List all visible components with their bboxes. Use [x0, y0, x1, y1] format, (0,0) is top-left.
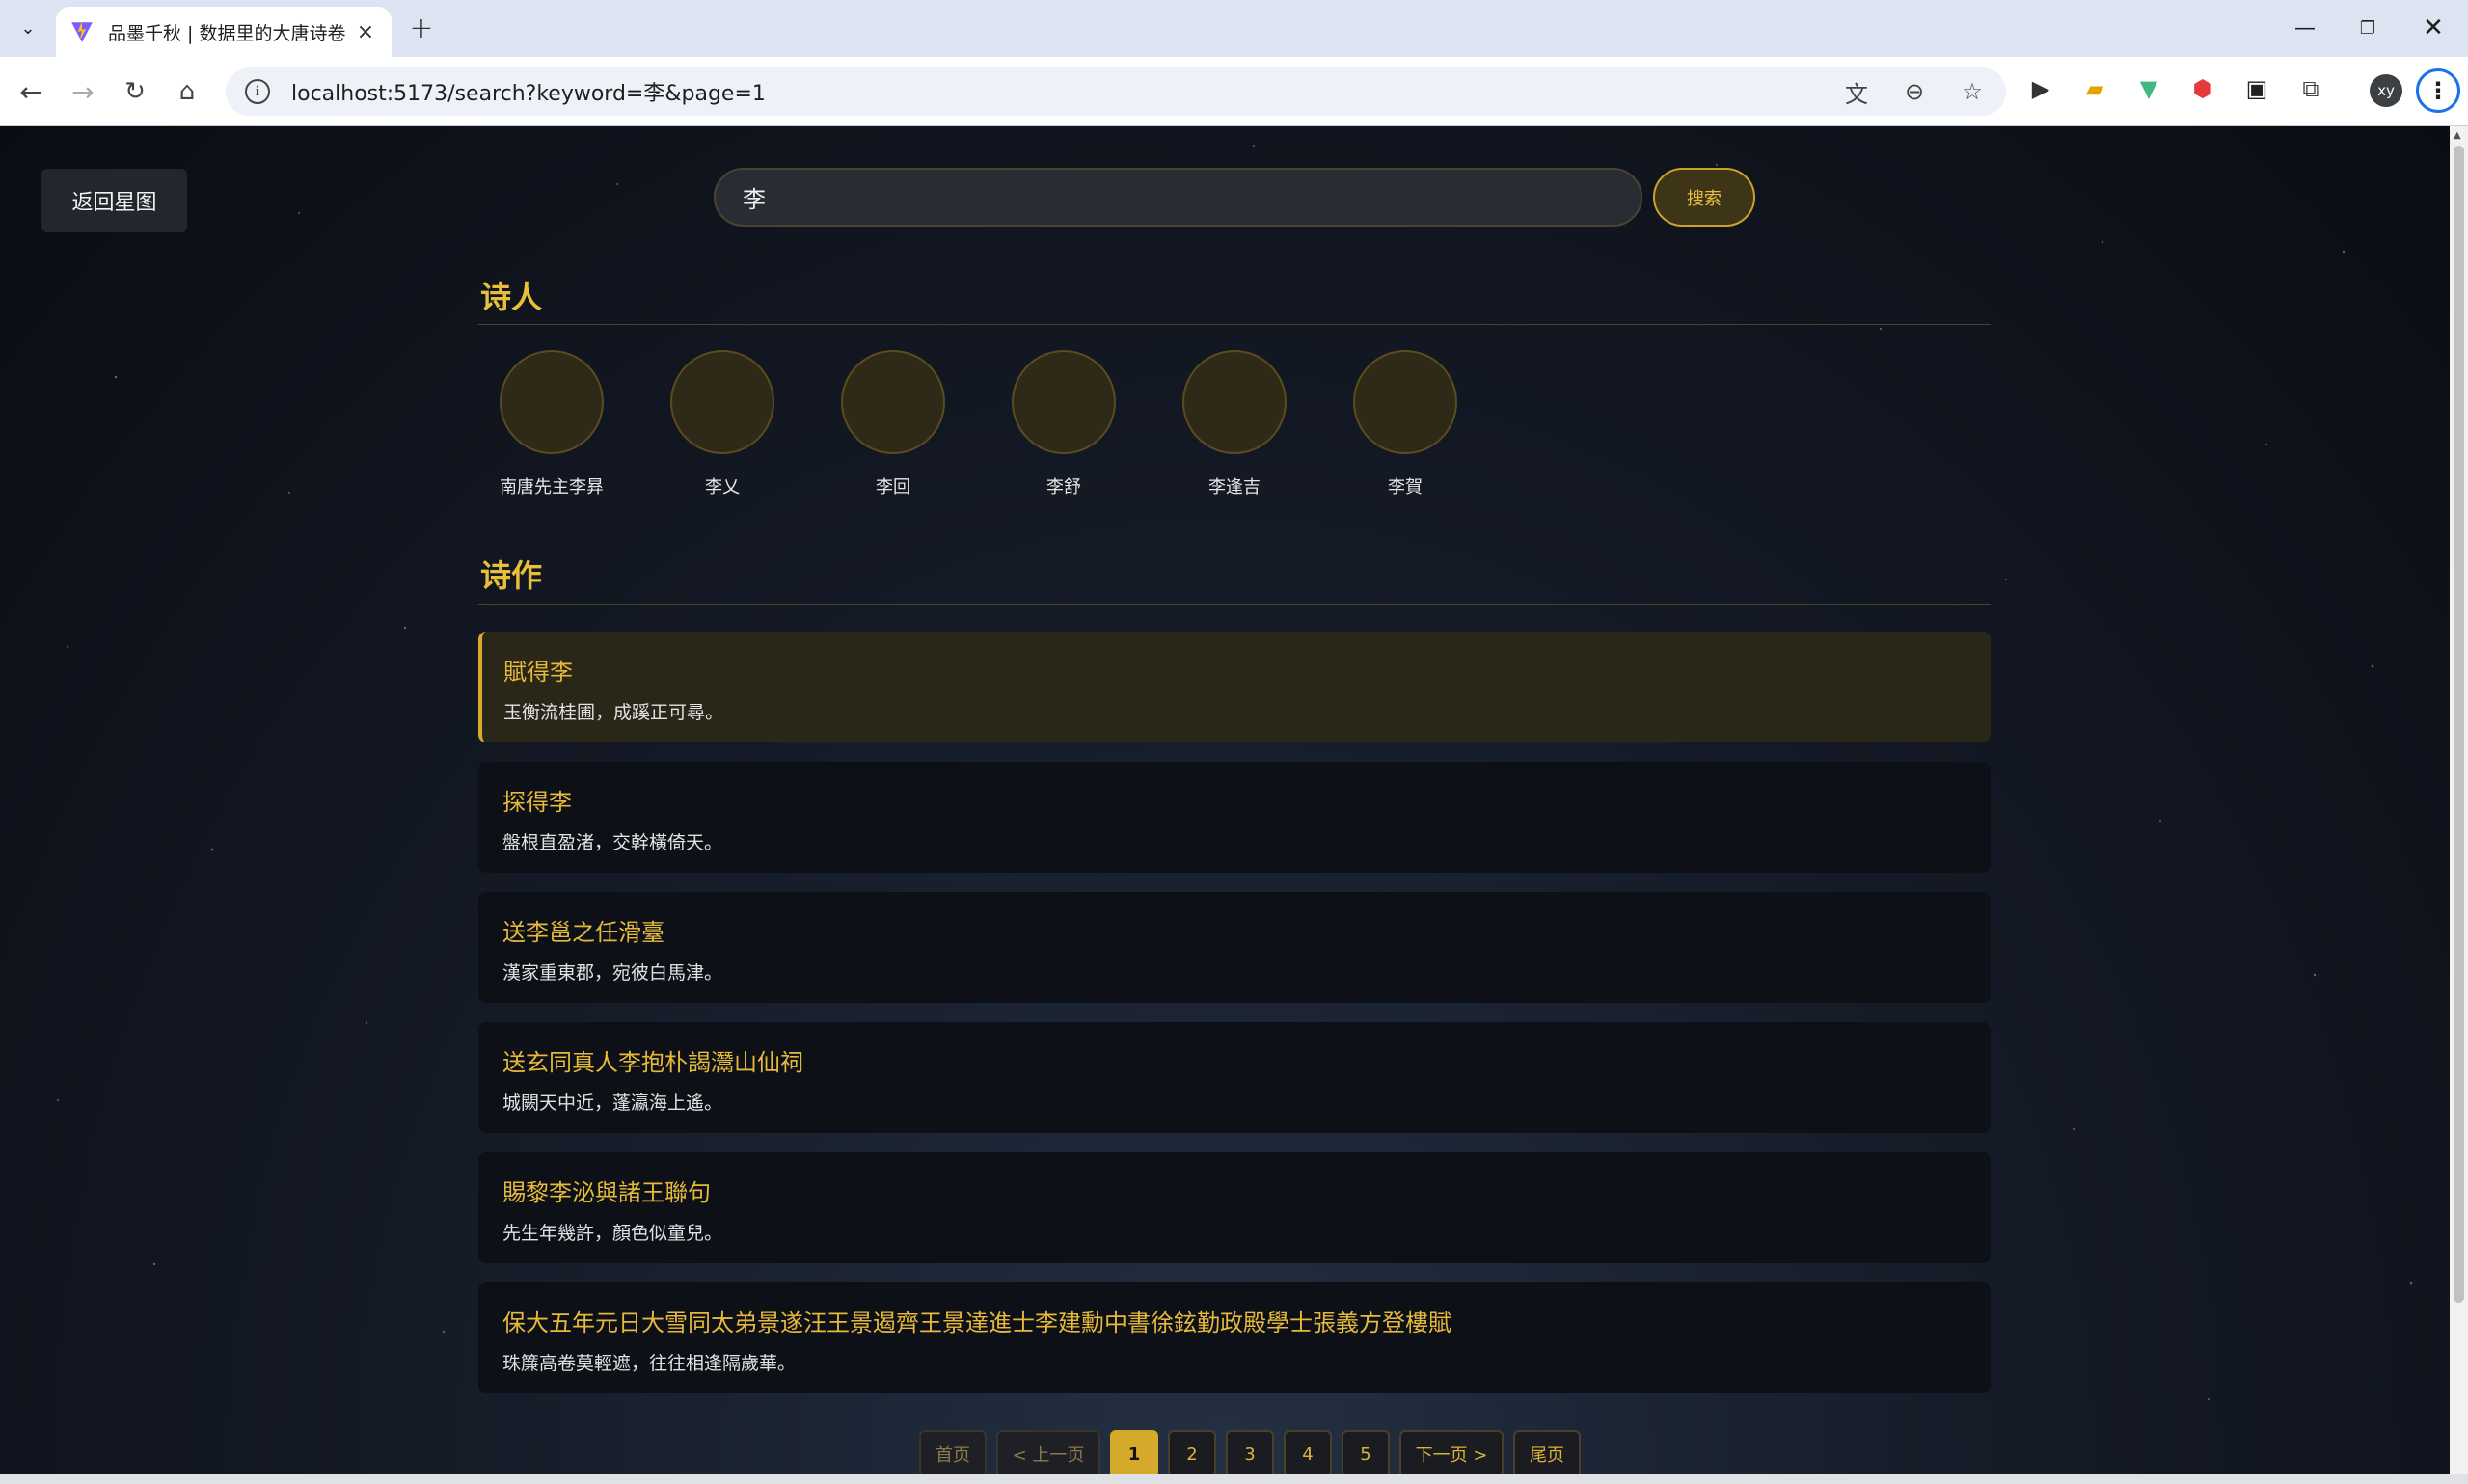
poems-divider — [478, 604, 1991, 605]
tab-title: 品墨千秋 | 数据里的大唐诗卷 — [108, 22, 346, 44]
poems-section-title: 诗作 — [480, 557, 543, 594]
poet-item[interactable]: 李乂 — [650, 350, 795, 499]
poem-card[interactable]: 送玄同真人李抱朴謁灊山仙祠 城闕天中近，蓬瀛海上遙。 — [478, 1022, 1991, 1133]
page-button[interactable]: 2 — [1168, 1430, 1216, 1474]
media-extension-icon[interactable]: ▣ — [2241, 72, 2272, 105]
last-page-button[interactable]: 尾页 — [1513, 1430, 1581, 1474]
window-close-icon[interactable]: ✕ — [2414, 10, 2453, 46]
extensions-puzzle-icon[interactable]: ⧉ — [2295, 72, 2326, 105]
poem-first-line: 先生年幾許，顏色似童兒。 — [502, 1223, 723, 1244]
shield-extension-icon[interactable]: ⬢ — [2187, 72, 2218, 105]
home-icon[interactable]: ⌂ — [166, 70, 208, 113]
forward-arrow-icon[interactable]: → — [62, 70, 104, 113]
browser-tab-active[interactable]: 品墨千秋 | 数据里的大唐诗卷 × — [56, 7, 392, 57]
poem-first-line: 漢家重東郡，宛彼白馬津。 — [502, 962, 723, 984]
poets-section-title: 诗人 — [480, 279, 543, 315]
tab-search-button[interactable]: ⌄ — [10, 10, 46, 46]
poem-card[interactable]: 賜黎李泌與諸王聯句 先生年幾許，顏色似童兒。 — [478, 1152, 1991, 1263]
window-bottom-edge — [0, 1474, 2468, 1484]
poet-name: 李回 — [876, 477, 910, 498]
minimize-icon[interactable]: — — [2286, 10, 2324, 46]
poem-title[interactable]: 送李邕之任滑臺 — [502, 913, 1966, 947]
page-button-current[interactable]: 1 — [1110, 1430, 1158, 1474]
site-info-icon[interactable]: i — [245, 79, 270, 104]
poem-first-line: 珠簾高卷莫輕遮，往往相逢隔歲華。 — [502, 1353, 797, 1374]
poem-first-line: 盤根直盈渚，交幹橫倚天。 — [502, 832, 723, 853]
poem-card[interactable]: 送李邕之任滑臺 漢家重東郡，宛彼白馬津。 — [478, 892, 1991, 1003]
browser-tabbar: ⌄ 品墨千秋 | 数据里的大唐诗卷 × + — ❐ ✕ — [0, 0, 2468, 57]
browser-menu-icon[interactable]: ⋮ — [2416, 68, 2460, 113]
poet-avatar[interactable] — [1353, 350, 1457, 454]
poem-title[interactable]: 賜黎李泌與諸王聯句 — [502, 1174, 1966, 1207]
search-button[interactable]: 搜索 — [1653, 168, 1755, 227]
poet-name: 南唐先主李昪 — [500, 477, 604, 498]
first-page-button[interactable]: 首页 — [919, 1430, 987, 1474]
next-page-button[interactable]: 下一页 > — [1399, 1430, 1504, 1474]
poet-item[interactable]: 李逢吉 — [1162, 350, 1307, 499]
poem-title[interactable]: 探得李 — [502, 783, 1966, 817]
poem-first-line: 城闕天中近，蓬瀛海上遙。 — [502, 1093, 723, 1114]
poet-avatar[interactable] — [1182, 350, 1287, 454]
poet-name: 李舒 — [1046, 477, 1081, 498]
search-input[interactable]: 李 — [714, 168, 1642, 227]
poet-avatar[interactable] — [841, 350, 945, 454]
poem-card[interactable]: 探得李 盤根直盈渚，交幹橫倚天。 — [478, 762, 1991, 873]
pagination: 首页 < 上一页 1 2 3 4 5 下一页 > 尾页 — [919, 1430, 1581, 1474]
close-tab-icon[interactable]: × — [353, 19, 378, 44]
translate-icon[interactable]: 文 — [1842, 75, 1871, 109]
page-button[interactable]: 5 — [1342, 1430, 1390, 1474]
poem-card[interactable]: 保大五年元日大雪同太弟景遂汪王景遏齊王景達進士李建勳中書徐鉉勤政殿學士張義方登樓… — [478, 1282, 1991, 1393]
browser-toolbar: ← → ↻ ⌂ i localhost:5173/search?keyword=… — [0, 57, 2468, 126]
poem-title[interactable]: 賦得李 — [503, 653, 1966, 687]
poet-item[interactable]: 李回 — [821, 350, 965, 499]
back-arrow-icon[interactable]: ← — [10, 70, 52, 113]
page-button[interactable]: 3 — [1226, 1430, 1274, 1474]
page-button[interactable]: 4 — [1284, 1430, 1332, 1474]
poem-card[interactable]: 賦得李 玉衡流桂圃，成蹊正可尋。 — [478, 632, 1991, 742]
play-extension-icon[interactable]: ▶ — [2025, 72, 2056, 105]
zoom-icon[interactable]: ⊖ — [1900, 78, 1929, 105]
poem-title[interactable]: 送玄同真人李抱朴謁灊山仙祠 — [502, 1043, 1966, 1077]
poet-name: 李乂 — [705, 477, 740, 498]
poem-first-line: 玉衡流桂圃，成蹊正可尋。 — [503, 702, 724, 723]
restore-icon[interactable]: ❐ — [2348, 10, 2387, 46]
poet-item[interactable]: 南唐先主李昪 — [479, 350, 624, 499]
profile-avatar[interactable]: xy — [2370, 74, 2402, 107]
address-url[interactable]: localhost:5173/search?keyword=李&page=1 — [291, 76, 1842, 107]
poet-item[interactable]: 李賀 — [1333, 350, 1478, 499]
back-to-star-map-button[interactable]: 返回星图 — [41, 169, 187, 232]
poet-name: 李逢吉 — [1208, 477, 1261, 498]
page-viewport: 返回星图 李 搜索 诗人 南唐先主李昪 李乂 李回 李舒 李逢吉 李賀 诗作 賦… — [0, 126, 2450, 1474]
poets-divider — [478, 324, 1991, 325]
poem-title[interactable]: 保大五年元日大雪同太弟景遂汪王景遏齊王景達進士李建勳中書徐鉉勤政殿學士張義方登樓… — [502, 1304, 1966, 1337]
bookmark-star-icon[interactable]: ☆ — [1958, 78, 1987, 105]
scroll-up-icon[interactable]: ▲ — [2454, 130, 2461, 141]
page-scrollbar[interactable]: ▲ — [2450, 126, 2468, 1474]
poet-item[interactable]: 李舒 — [991, 350, 1136, 499]
poet-avatar[interactable] — [670, 350, 774, 454]
new-tab-icon[interactable]: + — [405, 12, 438, 45]
poet-list: 南唐先主李昪 李乂 李回 李舒 李逢吉 李賀 — [478, 350, 1991, 504]
poet-name: 李賀 — [1388, 477, 1423, 498]
folder-extension-icon[interactable]: ▰ — [2079, 72, 2110, 105]
address-bar[interactable]: i localhost:5173/search?keyword=李&page=1… — [226, 67, 2006, 116]
reload-icon[interactable]: ↻ — [114, 70, 156, 113]
vite-logo-icon — [71, 21, 93, 42]
poet-avatar[interactable] — [500, 350, 604, 454]
scrollbar-thumb[interactable] — [2454, 146, 2464, 1303]
vue-devtools-icon[interactable]: ▼ — [2133, 72, 2164, 105]
poet-avatar[interactable] — [1012, 350, 1116, 454]
prev-page-button[interactable]: < 上一页 — [996, 1430, 1100, 1474]
